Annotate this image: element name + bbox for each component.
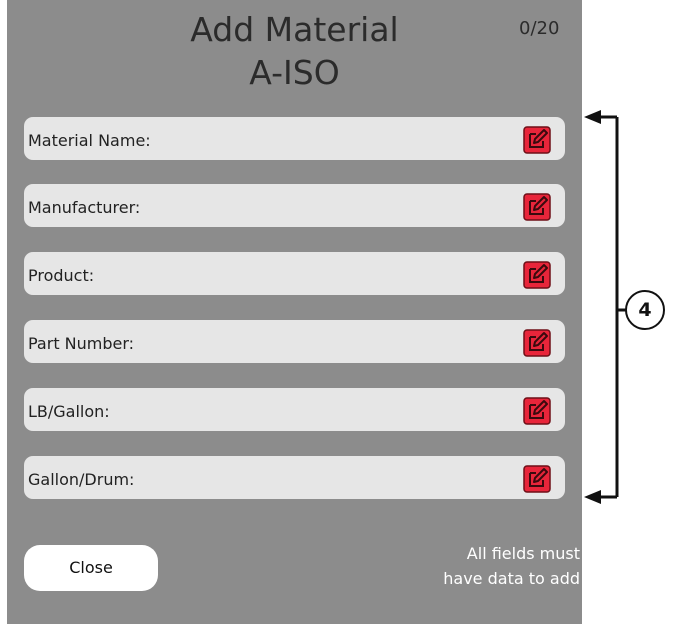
- arrowhead-top: [584, 110, 601, 124]
- callout-bracket: [584, 110, 626, 504]
- callout-number-badge: 4: [625, 290, 665, 330]
- arrowhead-bottom: [584, 490, 601, 504]
